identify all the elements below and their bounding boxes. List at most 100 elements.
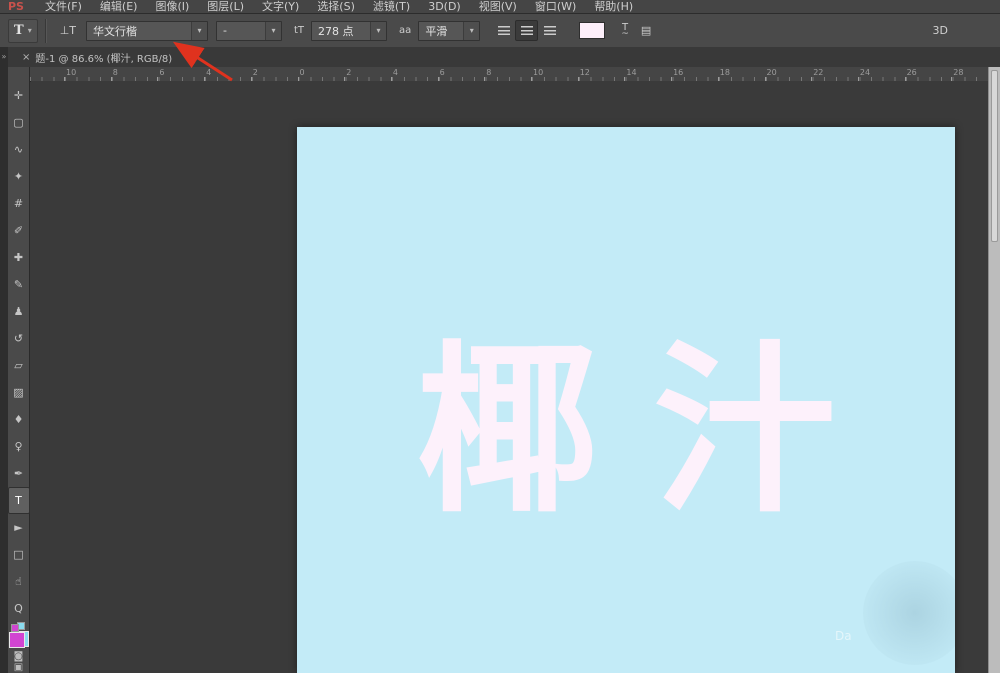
gradient-icon: ▨ <box>13 386 23 399</box>
foreground-color-swatch[interactable] <box>9 632 25 648</box>
eyedropper-tool[interactable]: ✐ <box>8 217 30 244</box>
color-swatches <box>9 632 29 651</box>
scrollbar-thumb[interactable] <box>991 70 998 242</box>
spot-healing-brush-icon: ✚ <box>14 251 23 264</box>
chevron-down-icon[interactable]: ▾ <box>265 22 281 40</box>
type-tool-icon: T <box>14 23 24 38</box>
warp-text-button[interactable]: T ~ <box>621 25 629 37</box>
canvas[interactable]: 椰汁 Da <box>297 127 955 673</box>
spot-healing-brush-tool[interactable]: ✚ <box>8 244 30 271</box>
ruler-number: 2 <box>253 68 258 77</box>
tools-panel: ✛ ▢ ∿ ✦ # ✐ ✚ ✎ ♟ ↺ ▱ ▨ ♦♀ ✒ T ► □ ☝ Q ◙ ▣ <box>8 67 30 673</box>
menu-item[interactable]: 文件(F) <box>36 0 91 13</box>
menu-item[interactable]: 选择(S) <box>308 0 364 13</box>
hand-icon: ☝ <box>15 575 22 588</box>
blur-tool[interactable]: ♦ <box>8 406 30 433</box>
align-left-button[interactable] <box>492 20 515 41</box>
gradient-tool[interactable]: ▨ <box>8 379 30 406</box>
menu-item[interactable]: 帮助(H) <box>585 0 642 13</box>
menu-item[interactable]: 图层(L) <box>198 0 253 13</box>
rectangle-tool[interactable]: □ <box>8 541 30 568</box>
ruler-number: 26 <box>907 68 917 77</box>
vertical-scrollbar[interactable] <box>988 67 1000 673</box>
pen-icon: ✒ <box>14 467 23 480</box>
anti-alias-select[interactable]: 平滑 ▾ <box>418 21 480 41</box>
tool-preset-picker[interactable]: T ▾ <box>8 19 38 43</box>
menu-item[interactable]: 文字(Y) <box>253 0 308 13</box>
rectangular-marquee-icon: ▢ <box>13 116 23 129</box>
screen-mode-button[interactable]: ▣ <box>14 662 23 673</box>
align-center-icon <box>521 26 533 36</box>
history-brush-tool[interactable]: ↺ <box>8 325 30 352</box>
type-tool[interactable]: T <box>8 487 30 514</box>
eyedropper-icon: ✐ <box>14 224 23 237</box>
align-center-button[interactable] <box>515 20 538 41</box>
brush-icon: ✎ <box>14 278 23 291</box>
watermark-text: Da <box>835 629 852 643</box>
anti-alias-icon: aa <box>399 25 411 36</box>
ruler-number: 12 <box>580 68 590 77</box>
ruler-number: 18 <box>720 68 730 77</box>
horizontal-ruler[interactable]: 1086420246810121416182022242628 <box>30 67 988 82</box>
ruler-number: 6 <box>440 68 445 77</box>
separator <box>45 19 47 43</box>
default-colors-icon[interactable] <box>11 624 25 630</box>
ruler-number: 22 <box>813 68 823 77</box>
eraser-tool[interactable]: ▱ <box>8 352 30 379</box>
clone-stamp-tool[interactable]: ♟ <box>8 298 30 325</box>
history-brush-icon: ↺ <box>14 332 23 345</box>
move-tool[interactable]: ✛ <box>8 82 30 109</box>
dodge-tool[interactable]: ♀ <box>8 433 30 460</box>
ruler-number: 0 <box>300 68 305 77</box>
brush-tool[interactable]: ✎ <box>8 271 30 298</box>
chevron-down-icon[interactable]: ▾ <box>463 22 479 40</box>
font-family-value: 华文行楷 <box>87 23 191 39</box>
ruler-number: 6 <box>159 68 164 77</box>
align-right-icon <box>544 26 556 36</box>
align-right-button[interactable] <box>538 20 561 41</box>
menu-item[interactable]: 窗口(W) <box>526 0 585 13</box>
ruler-number: 8 <box>486 68 491 77</box>
chevron-down-icon[interactable]: ▾ <box>191 22 207 40</box>
ruler-number: 14 <box>626 68 636 77</box>
chevron-down-icon: ▾ <box>28 26 32 35</box>
expand-panels-icon[interactable]: » <box>0 52 8 61</box>
type-icon: T <box>15 494 22 507</box>
text-align-group <box>492 20 561 41</box>
warp-curve-icon: ~ <box>621 31 629 37</box>
clone-stamp-icon: ♟ <box>14 305 24 318</box>
crop-tool[interactable]: # <box>8 190 30 217</box>
menu-item[interactable]: 3D(D) <box>419 0 470 13</box>
canvas-text: 椰汁 <box>297 339 955 521</box>
font-size-select[interactable]: 278 点 ▾ <box>311 21 387 41</box>
quick-selection-icon: ✦ <box>14 170 23 183</box>
font-style-select[interactable]: - ▾ <box>216 21 282 41</box>
document-tab-title[interactable]: 题-1 @ 86.6% (椰汁, RGB/8) <box>35 50 180 65</box>
align-left-icon <box>498 26 510 36</box>
chevron-down-icon[interactable]: ▾ <box>370 22 386 40</box>
pen-tool[interactable]: ✒ <box>8 460 30 487</box>
move-icon: ✛ <box>14 89 23 102</box>
quick-selection-tool[interactable]: ✦ <box>8 163 30 190</box>
hand-tool[interactable]: ☝ <box>8 568 30 595</box>
rectangular-marquee-tool[interactable]: ▢ <box>8 109 30 136</box>
text-orientation-button[interactable]: ⊥T <box>60 24 76 37</box>
menu-item[interactable]: 编辑(E) <box>91 0 147 13</box>
ruler-number: 28 <box>953 68 963 77</box>
text-color-swatch[interactable] <box>579 22 605 39</box>
path-selection-tool[interactable]: ► <box>8 514 30 541</box>
mini-foreground-swatch <box>11 624 19 632</box>
zoom-tool[interactable]: Q <box>8 595 30 622</box>
menu-item[interactable]: 视图(V) <box>470 0 526 13</box>
close-icon[interactable]: × <box>8 52 35 63</box>
zoom-icon: Q <box>14 602 23 615</box>
menu-item[interactable]: 图像(I) <box>146 0 198 13</box>
ruler-number: 2 <box>346 68 351 77</box>
lasso-tool[interactable]: ∿ <box>8 136 30 163</box>
path-selection-icon: ► <box>14 521 22 534</box>
font-family-select[interactable]: 华文行楷 ▾ <box>86 21 208 41</box>
menu-item[interactable]: 滤镜(T) <box>364 0 419 13</box>
toggle-panels-button[interactable]: ▤ <box>641 24 651 37</box>
quick-mask-button[interactable]: ◙ <box>14 651 24 662</box>
font-style-value: - <box>217 24 265 37</box>
